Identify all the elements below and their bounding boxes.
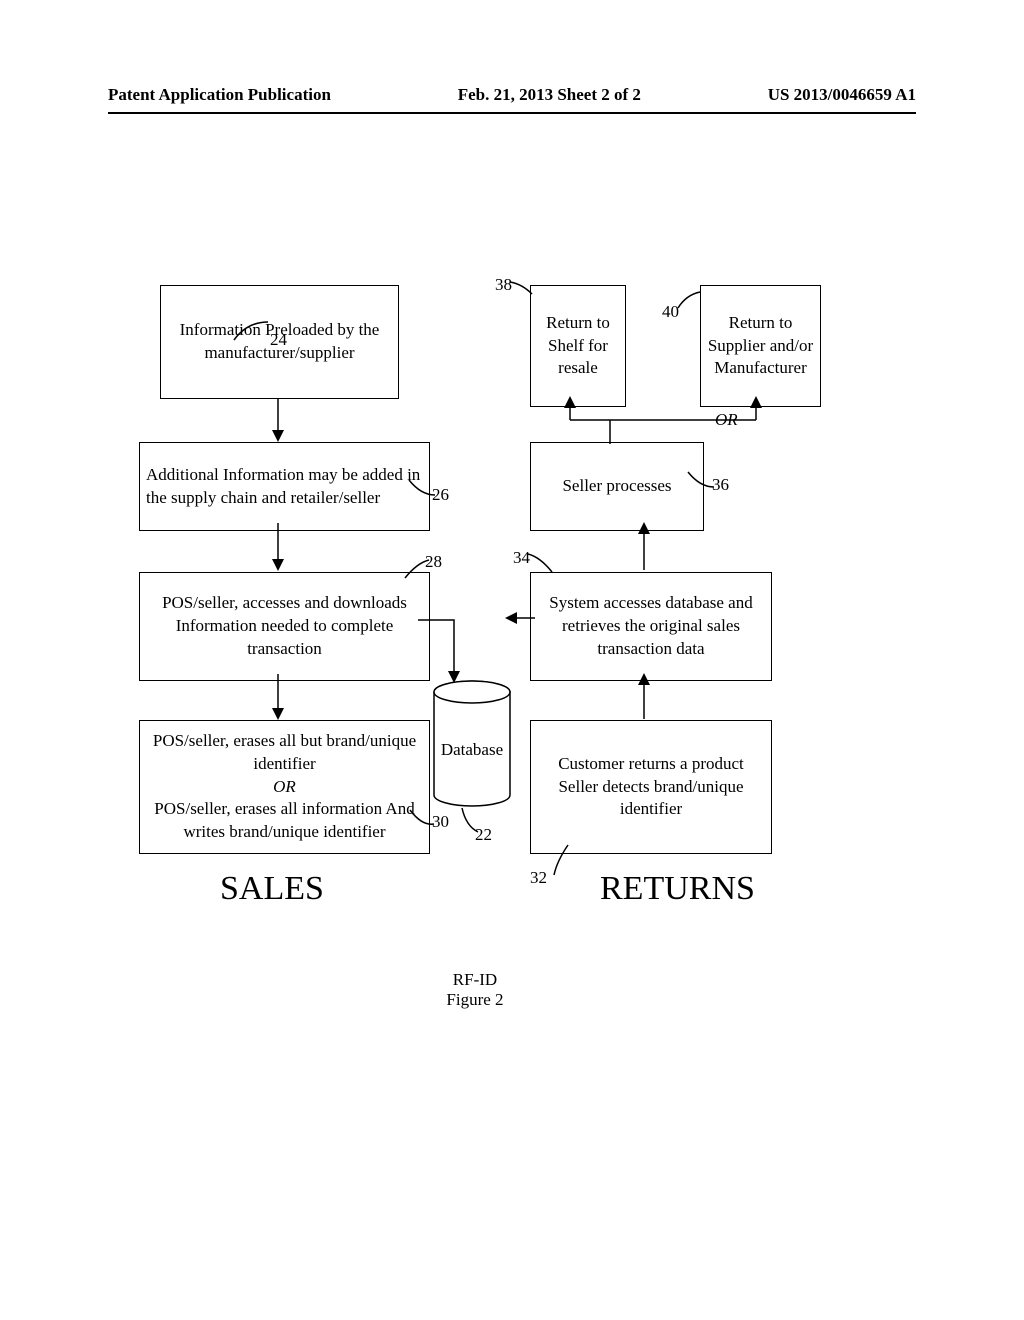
node-32: Customer returns a product Seller detect… (530, 720, 772, 854)
leader-36 (688, 472, 716, 490)
returns-label: RETURNS (600, 870, 755, 908)
leader-32 (552, 845, 570, 877)
arrow-28-db (418, 617, 478, 689)
leader-28 (405, 558, 431, 580)
header-divider (108, 112, 916, 114)
leader-40 (678, 292, 704, 312)
node-36: Seller processes (530, 442, 704, 531)
node-26: Additional Information may be added in t… (139, 442, 430, 531)
caption-rfid: RF-ID (440, 970, 510, 990)
header-right: US 2013/0046659 A1 (768, 85, 916, 105)
sales-label: SALES (220, 870, 324, 908)
node-34: System accesses database and retrieves t… (530, 572, 772, 681)
page-header: Patent Application Publication Feb. 21, … (0, 85, 1024, 105)
arrow-db-34 (505, 612, 537, 624)
arrow-34-36 (638, 522, 650, 572)
database-label: Database (432, 740, 512, 760)
ref-24: 24 (270, 330, 287, 350)
arrow-32-34 (638, 673, 650, 721)
leader-38 (510, 280, 534, 298)
node-28: POS/seller, accesses and downloads Infor… (139, 572, 430, 681)
node-38: Return to Shelf for resale (530, 285, 626, 407)
leader-24 (232, 320, 272, 342)
leader-30 (410, 810, 436, 830)
header-left: Patent Application Publication (108, 85, 331, 105)
node-30: POS/seller, erases all but brand/unique … (139, 720, 430, 854)
header-center: Feb. 21, 2013 Sheet 2 of 2 (458, 85, 641, 105)
leader-34 (528, 552, 554, 574)
leader-26 (409, 480, 437, 498)
ref-40: 40 (662, 302, 679, 322)
leader-22 (460, 808, 482, 834)
arrow-24-26 (272, 398, 284, 444)
caption-figure: Figure 2 (440, 990, 510, 1010)
node-40: Return to Supplier and/or Manufacturer (700, 285, 821, 407)
ref-32: 32 (530, 868, 547, 888)
arrow-28-30 (272, 674, 284, 722)
arrow-26-28 (272, 523, 284, 573)
arrow-36-branch (568, 396, 768, 446)
